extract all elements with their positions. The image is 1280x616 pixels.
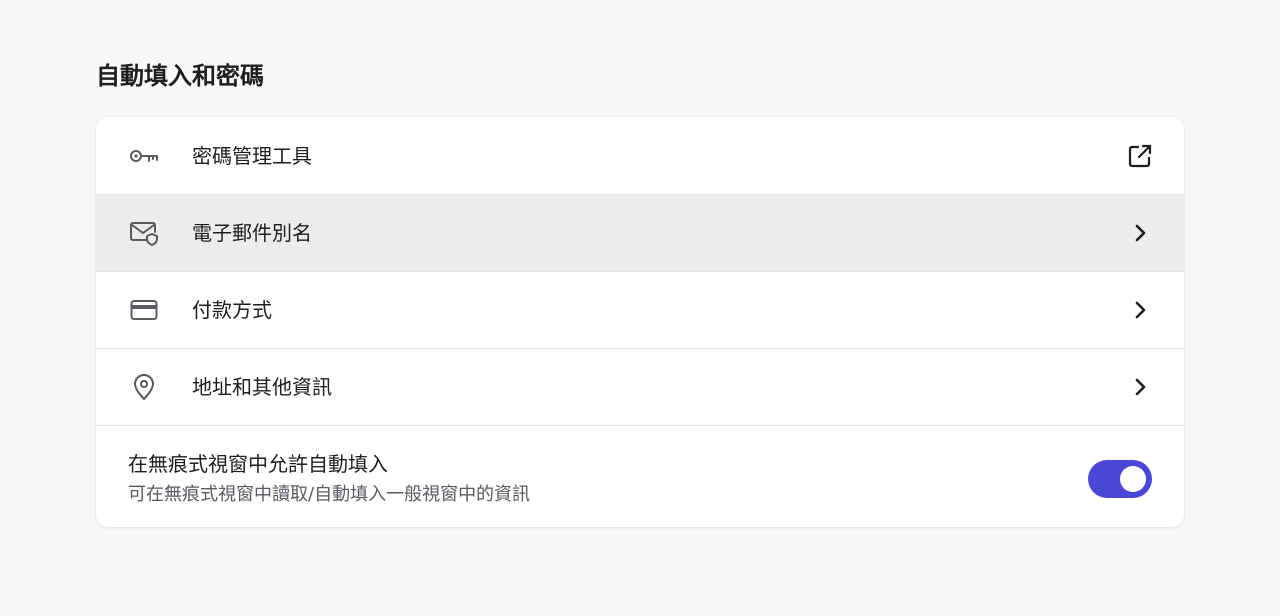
addresses-row[interactable]: 地址和其他資訊 xyxy=(96,348,1184,425)
location-pin-icon xyxy=(128,371,160,403)
payment-methods-row[interactable]: 付款方式 xyxy=(96,271,1184,348)
incognito-autofill-title: 在無痕式視窗中允許自動填入 xyxy=(128,452,388,476)
toggle-knob xyxy=(1120,466,1146,492)
email-aliases-row[interactable]: 電子郵件別名 xyxy=(96,194,1184,271)
settings-page: 自動填入和密碼 密碼管理工具 電子郵件別名 付款方式 地址和其他資訊 在無痕式視… xyxy=(0,0,1280,616)
credit-card-icon xyxy=(128,294,160,326)
password-manager-label: 密碼管理工具 xyxy=(192,143,312,168)
autofill-settings-card: 密碼管理工具 電子郵件別名 付款方式 地址和其他資訊 在無痕式視窗中允許自動填入… xyxy=(96,117,1184,527)
email-aliases-label: 電子郵件別名 xyxy=(192,221,312,245)
addresses-label: 地址和其他資訊 xyxy=(192,375,332,399)
password-manager-row[interactable]: 密碼管理工具 xyxy=(96,117,1184,194)
chevron-right-icon xyxy=(1124,217,1156,249)
mail-shield-icon xyxy=(128,217,160,249)
incognito-autofill-toggle[interactable] xyxy=(1088,460,1152,498)
chevron-right-icon xyxy=(1124,294,1156,326)
key-icon xyxy=(128,140,160,172)
section-title: 自動填入和密碼 xyxy=(96,62,264,90)
incognito-autofill-description: 可在無痕式視窗中讀取/自動填入一般視窗中的資訊 xyxy=(128,484,531,505)
incognito-autofill-row: 在無痕式視窗中允許自動填入 可在無痕式視窗中讀取/自動填入一般視窗中的資訊 xyxy=(96,425,1184,527)
external-link-icon[interactable] xyxy=(1124,140,1156,172)
chevron-right-icon xyxy=(1124,371,1156,403)
payment-methods-label: 付款方式 xyxy=(192,298,272,322)
